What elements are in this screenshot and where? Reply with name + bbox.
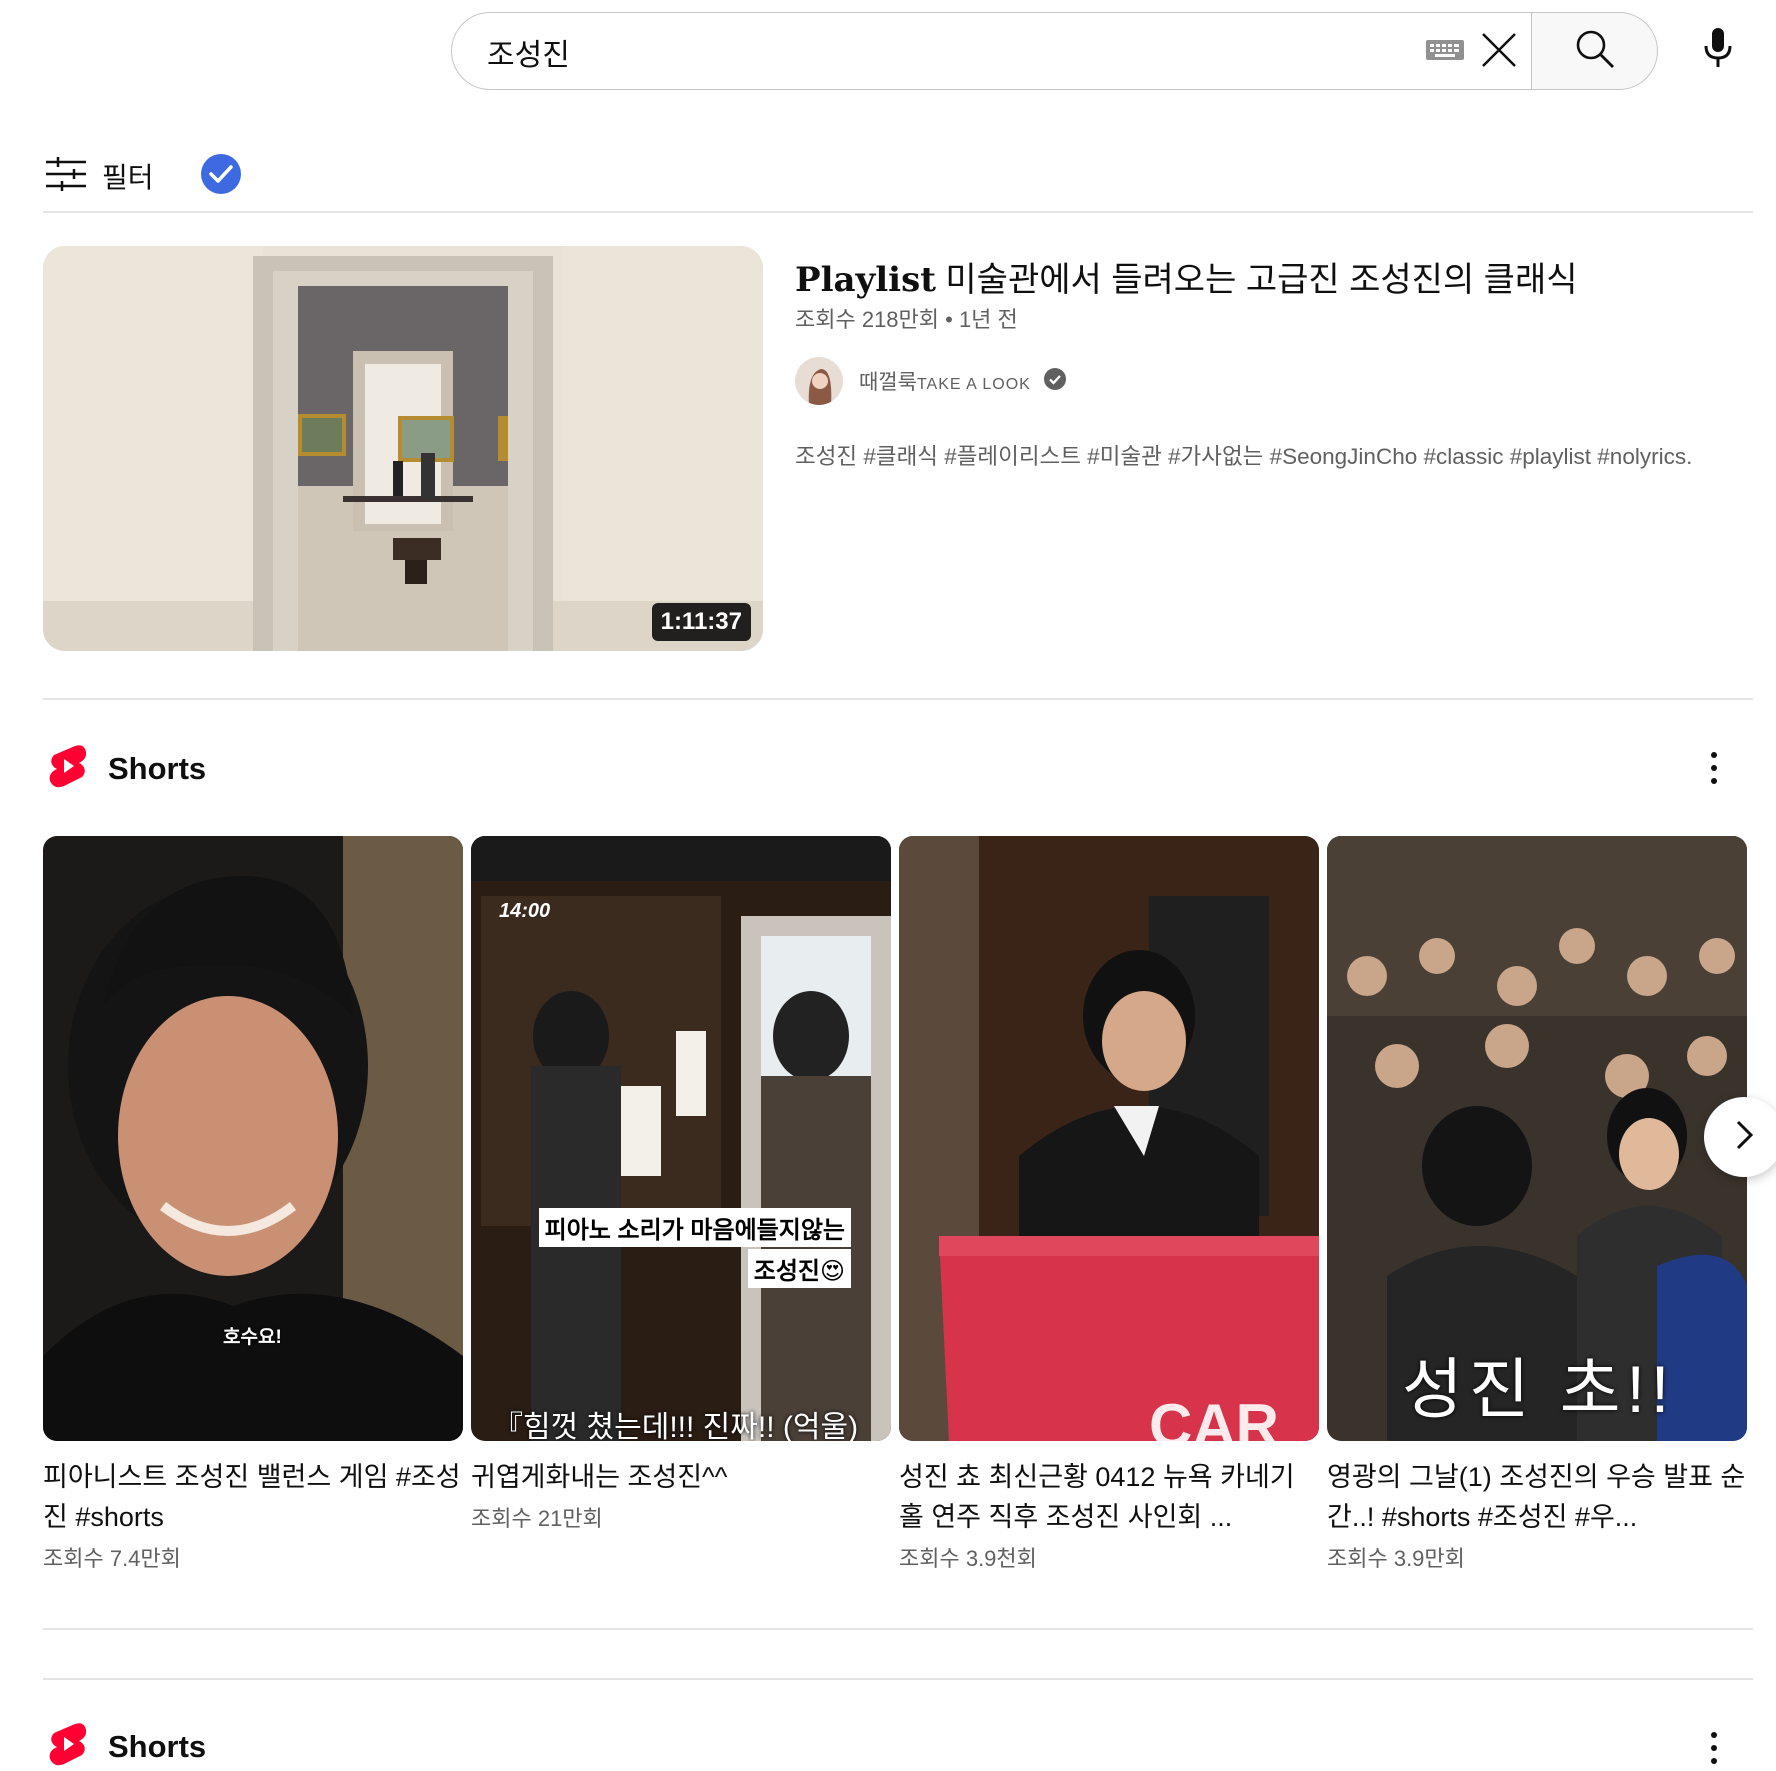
short-caption-box: 피아노 소리가 마음에들지않는 조성진😍 <box>501 1208 851 1288</box>
channel-name-caps: TAKE A LOOK <box>916 376 1031 393</box>
search-icon <box>1575 29 1615 74</box>
verified-icon <box>1043 367 1067 396</box>
shorts-title: Shorts <box>108 1728 207 1764</box>
search-input[interactable] <box>485 33 1369 71</box>
keyboard-icon[interactable] <box>1425 39 1465 66</box>
chevron-right-icon <box>1732 1119 1756 1156</box>
short-overlay-text: 성진 초!! <box>1402 1352 1676 1426</box>
playlist-title-text: 미술관에서 들려오는 고급진 조성진의 클래식 <box>945 261 1578 299</box>
short-caption-line1: 피아노 소리가 마음에들지않는 <box>538 1208 851 1247</box>
filter-icon[interactable] <box>46 156 86 196</box>
short-title[interactable]: 귀엽게화내는 조성진^^ <box>471 1457 891 1497</box>
short-views: 조회수 21만회 <box>471 1506 603 1531</box>
divider <box>43 1628 1753 1630</box>
gallery-image <box>43 246 763 651</box>
search-box <box>451 12 1531 90</box>
short-item[interactable]: 성진 초!! 영광의 그날(1) 조성진의 우승 발표 순간..! #short… <box>1327 836 1747 1573</box>
short-subtitle: 『힘껏 쳤는데!!! 진짜!! (억울) <box>493 1411 859 1441</box>
shorts-header: Shorts <box>48 1722 206 1771</box>
channel-name[interactable]: 때껄룩TAKE A LOOK <box>859 366 1031 396</box>
next-button[interactable] <box>1704 1097 1776 1177</box>
shorts-logo-icon <box>48 744 88 793</box>
short-views: 조회수 3.9천회 <box>899 1546 1037 1571</box>
short-thumbnail[interactable]: CAR <box>899 836 1319 1441</box>
avatar[interactable] <box>795 357 843 405</box>
playlist-description: 조성진 #클래식 #플레이리스트 #미술관 #가사없는 #SeongJinCho… <box>795 444 1693 469</box>
playlist-thumbnail[interactable]: 1:11:37 <box>43 246 763 651</box>
short-caption-line2: 조성진😍 <box>747 1249 851 1288</box>
channel-row: 때껄룩TAKE A LOOK <box>795 357 1067 405</box>
short-image <box>899 836 1319 1441</box>
voice-search-button[interactable] <box>1690 22 1746 78</box>
short-views: 조회수 7.4만회 <box>43 1546 181 1571</box>
playlist-meta: 조회수 218만회 • 1년 전 <box>795 307 1018 332</box>
divider <box>43 1678 1753 1680</box>
short-overlay-top: 14:00 <box>499 900 551 922</box>
shorts-logo-icon <box>48 1722 88 1771</box>
video-duration-badge: 1:11:37 <box>651 603 751 641</box>
short-item[interactable]: 14:00 피아노 소리가 마음에들지않는 조성진😍 『힘껏 쳤는데!!! 진짜… <box>471 836 891 1533</box>
divider <box>43 211 1753 213</box>
playlist-title[interactable]: Playlist 미술관에서 들려오는 고급진 조성진의 클래식 <box>795 252 1578 301</box>
clear-icon[interactable] <box>1479 30 1519 75</box>
short-item[interactable]: CAR 성진 쵸 최신근황 0412 뉴욕 카네기홀 연주 직후 조성진 사인회… <box>899 836 1319 1573</box>
filter-label[interactable]: 필터 <box>102 156 154 196</box>
short-item[interactable]: 호수요! 피아니스트 조성진 밸런스 게임 #조성진 #shorts 조회수 7… <box>43 836 463 1573</box>
search-button[interactable] <box>1531 12 1658 90</box>
short-thumbnail[interactable]: 14:00 피아노 소리가 마음에들지않는 조성진😍 『힘껏 쳤는데!!! 진짜… <box>471 836 891 1441</box>
short-thumbnail[interactable]: 호수요! <box>43 836 463 1441</box>
more-icon[interactable] <box>1709 752 1719 784</box>
short-overlay-text: 호수요! <box>223 1327 282 1348</box>
short-image <box>471 836 891 1441</box>
short-title[interactable]: 영광의 그날(1) 조성진의 우승 발표 순간..! #shorts #조성진 … <box>1327 1457 1747 1537</box>
channel-name-main: 때껄룩 <box>859 371 917 394</box>
check-icon <box>200 153 242 200</box>
short-image <box>43 836 463 1441</box>
more-icon[interactable] <box>1709 1732 1719 1764</box>
shorts-header: Shorts <box>48 744 206 793</box>
short-views: 조회수 3.9만회 <box>1327 1546 1465 1571</box>
short-title[interactable]: 성진 쵸 최신근황 0412 뉴욕 카네기홀 연주 직후 조성진 사인회 ... <box>899 1457 1319 1537</box>
filter-bar: 필터 <box>46 152 242 200</box>
short-thumbnail[interactable]: 성진 초!! <box>1327 836 1747 1441</box>
short-overlay-text: CAR <box>1149 1392 1279 1441</box>
mic-icon <box>1703 27 1733 74</box>
playlist-title-prefix: Playlist <box>795 260 936 300</box>
divider <box>43 698 1753 700</box>
shorts-title: Shorts <box>108 750 207 786</box>
short-title[interactable]: 피아니스트 조성진 밸런스 게임 #조성진 #shorts <box>43 1457 463 1537</box>
